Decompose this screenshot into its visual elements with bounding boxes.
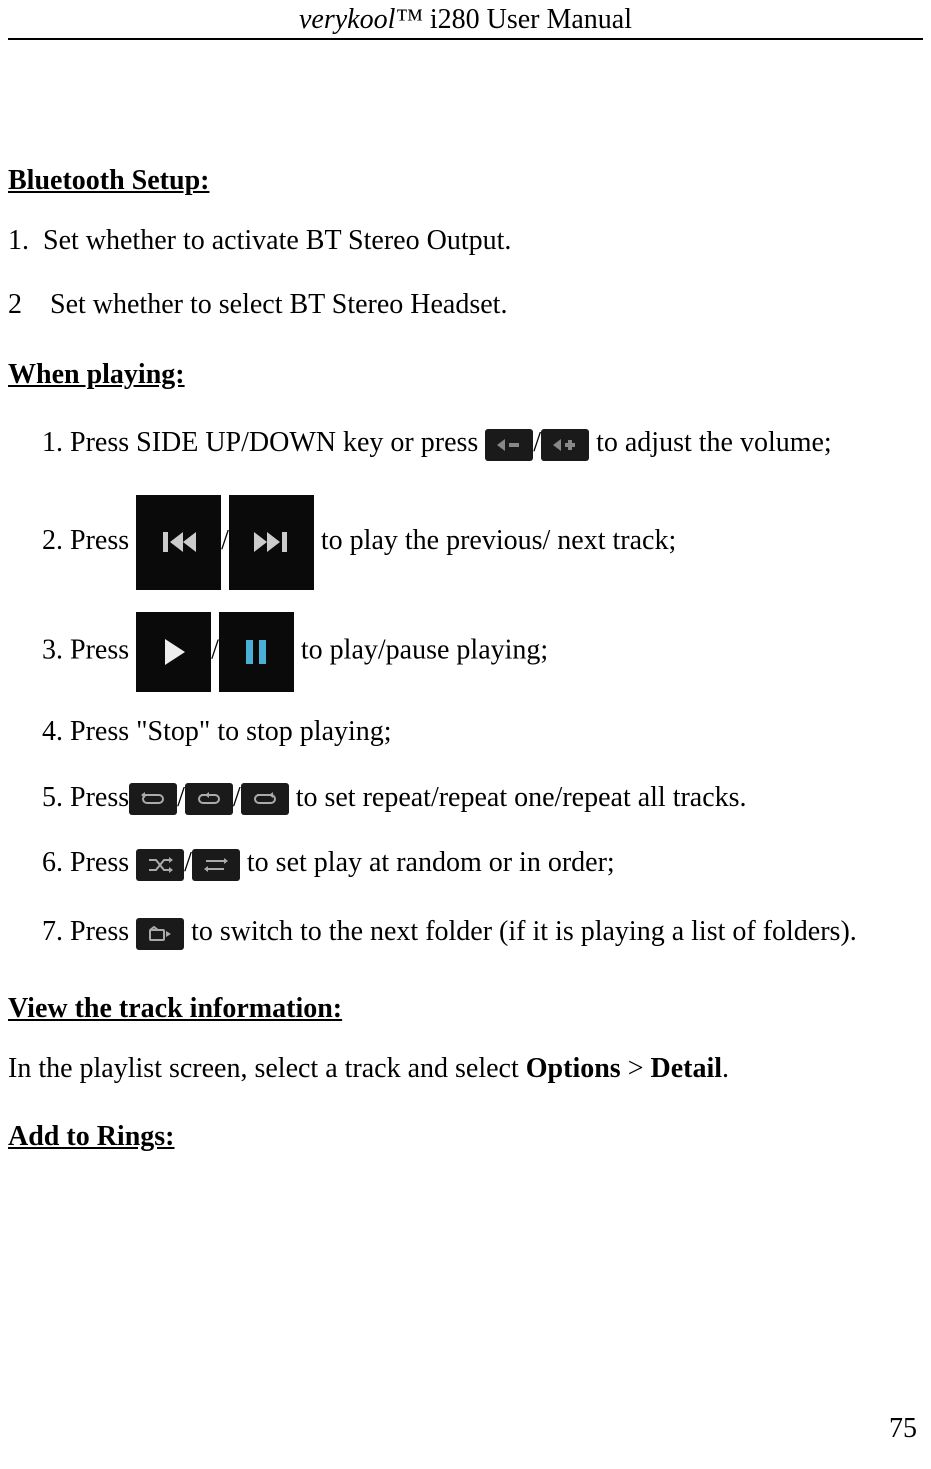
wp-item-6: 6. Press / to set play at random or in o… — [42, 837, 923, 889]
next-track-icon — [229, 495, 314, 590]
wp1-text-a: 1. Press SIDE UP/DOWN key or press — [42, 427, 485, 458]
wp-item-4: 4. Press "Stop" to stop playing; — [42, 706, 923, 758]
wp1-slash: / — [533, 427, 541, 458]
header-title-normal: i280 User Manual — [423, 4, 632, 35]
list-number: 1. — [8, 225, 29, 256]
play-icon — [136, 612, 211, 692]
wp6-s: / — [184, 847, 192, 878]
pause-icon — [219, 612, 294, 692]
bluetooth-item-1: 1. Set whether to activate BT Stereo Out… — [8, 220, 923, 262]
wp2-text-b: to play the previous/ next track; — [314, 525, 676, 556]
wp5-text-b: to set repeat/repeat one/repeat all trac… — [289, 782, 747, 813]
wp6-text-b: to set play at random or in order; — [240, 847, 615, 878]
wp-item-2: 2. Press / to play the previous/ next tr… — [42, 495, 923, 590]
next-folder-icon — [136, 918, 184, 950]
wp5-text-a: 5. Press — [42, 782, 129, 813]
view-gt: > — [621, 1053, 651, 1084]
repeat-off-icon — [129, 783, 177, 815]
repeat-one-icon — [185, 783, 233, 815]
list-text: Set whether to activate BT Stereo Output… — [43, 225, 511, 256]
wp-item-3: 3. Press / to play/pause playing; — [42, 612, 923, 692]
page-number: 75 — [889, 1413, 917, 1445]
wp3-text-a: 3. Press — [42, 634, 136, 665]
view-track-heading: View the track information: — [8, 988, 923, 1030]
list-number: 2 — [8, 289, 22, 320]
view-text-a: In the playlist screen, select a track a… — [8, 1053, 526, 1084]
view-track-text: In the playlist screen, select a track a… — [8, 1048, 923, 1090]
volume-up-icon — [541, 429, 589, 461]
wp-item-1: 1. Press SIDE UP/DOWN key or press / to … — [42, 414, 923, 473]
header-title-italic: verykool™ — [299, 4, 423, 35]
bluetooth-item-2: 2 Set whether to select BT Stereo Headse… — [8, 284, 923, 326]
wp-item-5: 5. Press / / to set repeat/repeat one/repe… — [42, 772, 923, 824]
wp2-slash: / — [221, 525, 229, 556]
page-content: Bluetooth Setup: 1. Set whether to activ… — [0, 40, 931, 1158]
wp5-s2: / — [233, 782, 241, 813]
when-playing-list: 1. Press SIDE UP/DOWN key or press / to … — [8, 414, 923, 962]
repeat-all-icon — [241, 783, 289, 815]
wp2-text-a: 2. Press — [42, 525, 136, 556]
shuffle-icon — [136, 849, 184, 881]
in-order-icon — [192, 849, 240, 881]
when-playing-heading: When playing: — [8, 354, 923, 396]
volume-down-icon — [485, 429, 533, 461]
wp-item-7: 7. Press to switch to the next folder (i… — [42, 903, 923, 962]
options-label: Options — [526, 1053, 621, 1084]
wp7-text-a: 7. Press — [42, 916, 136, 947]
view-period: . — [722, 1053, 729, 1084]
wp1-text-b: to adjust the volume; — [589, 427, 832, 458]
previous-track-icon — [136, 495, 221, 590]
wp3-slash: / — [211, 634, 219, 665]
wp6-text-a: 6. Press — [42, 847, 136, 878]
detail-label: Detail — [651, 1053, 723, 1084]
bluetooth-setup-heading: Bluetooth Setup: — [8, 160, 923, 202]
wp5-s1: / — [177, 782, 185, 813]
wp7-text-b: to switch to the next folder (if it is p… — [184, 916, 857, 947]
wp3-text-b: to play/pause playing; — [294, 634, 548, 665]
page-header: verykool™ i280 User Manual — [8, 0, 923, 40]
add-to-rings-heading: Add to Rings: — [8, 1116, 923, 1158]
list-text: Set whether to select BT Stereo Headset. — [50, 289, 507, 320]
